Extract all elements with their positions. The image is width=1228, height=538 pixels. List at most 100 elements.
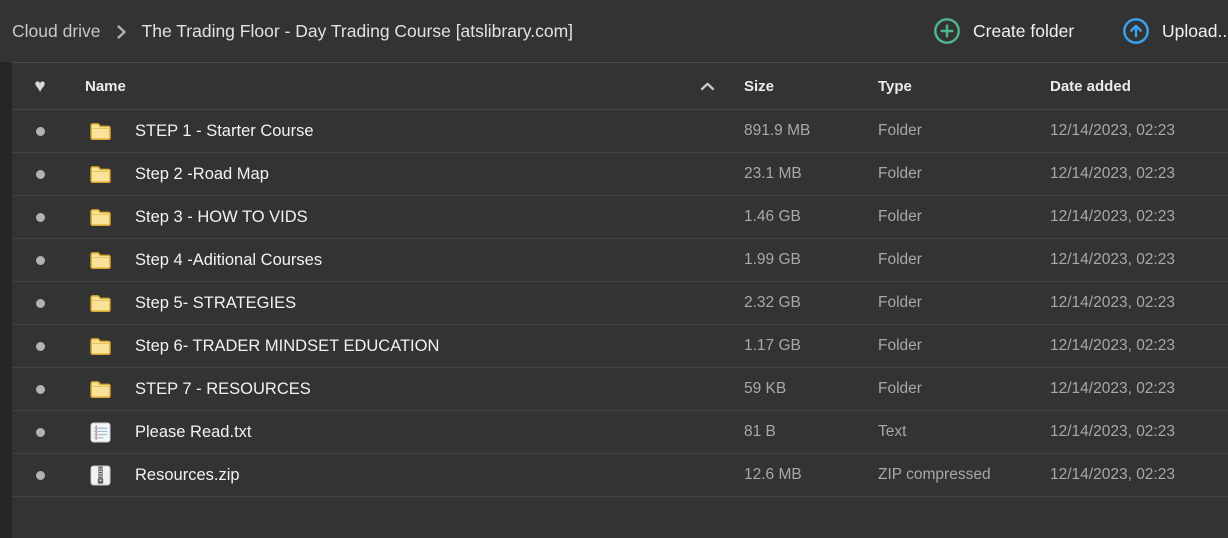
- name-column-header[interactable]: Name: [85, 63, 126, 109]
- file-icon-cell: [88, 110, 112, 152]
- size-column-header[interactable]: Size: [744, 63, 774, 109]
- favorite-cell: [31, 454, 49, 496]
- file-icon-cell: [88, 153, 112, 195]
- file-size: 59 KB: [744, 380, 787, 397]
- file-size: 1.46 GB: [744, 208, 801, 225]
- file-size: 1.17 GB: [744, 337, 801, 354]
- file-size: 1.99 GB: [744, 251, 801, 268]
- status-dot-icon: [35, 470, 45, 480]
- heart-icon: ♥: [34, 75, 46, 97]
- folder-icon: [89, 122, 112, 141]
- table-header: ♥ Name Size Type Date added: [12, 63, 1228, 110]
- file-list: STEP 1 - Starter Course 891.9 MB Folder …: [12, 110, 1228, 497]
- favorite-cell: [31, 411, 49, 453]
- breadcrumb: Cloud drive The Trading Floor - Day Trad…: [12, 0, 573, 62]
- file-icon-cell: [88, 454, 112, 496]
- file-date-added: 12/14/2023, 02:23: [1050, 208, 1175, 225]
- folder-icon: [89, 294, 112, 313]
- file-size: 2.32 GB: [744, 294, 801, 311]
- file-date-added: 12/14/2023, 02:23: [1050, 251, 1175, 268]
- favorite-cell: [31, 153, 49, 195]
- favorites-column-header[interactable]: ♥: [31, 63, 49, 109]
- file-size: 23.1 MB: [744, 165, 802, 182]
- favorite-cell: [31, 325, 49, 367]
- file-table: ♥ Name Size Type Date added STEP 1 - Sta…: [12, 62, 1228, 538]
- favorite-cell: [31, 239, 49, 281]
- file-name[interactable]: Step 5- STRATEGIES: [135, 282, 296, 324]
- arrow-up-circle-icon: [1122, 17, 1150, 45]
- file-icon-cell: [88, 411, 112, 453]
- table-row[interactable]: STEP 1 - Starter Course 891.9 MB Folder …: [12, 110, 1228, 153]
- table-row[interactable]: Step 2 -Road Map 23.1 MB Folder 12/14/20…: [12, 153, 1228, 196]
- file-type: Folder: [878, 122, 922, 139]
- file-name[interactable]: Step 6- TRADER MINDSET EDUCATION: [135, 325, 439, 367]
- table-row[interactable]: Resources.zip 12.6 MB ZIP compressed 12/…: [12, 454, 1228, 497]
- file-name[interactable]: Step 4 -Aditional Courses: [135, 239, 322, 281]
- file-icon-cell: [88, 325, 112, 367]
- file-type: Folder: [878, 251, 922, 268]
- folder-icon: [89, 380, 112, 399]
- breadcrumb-root[interactable]: Cloud drive: [12, 21, 101, 42]
- file-name[interactable]: Please Read.txt: [135, 411, 251, 453]
- table-row[interactable]: Step 3 - HOW TO VIDS 1.46 GB Folder 12/1…: [12, 196, 1228, 239]
- file-date-added: 12/14/2023, 02:23: [1050, 337, 1175, 354]
- file-size: 891.9 MB: [744, 122, 811, 139]
- file-name[interactable]: STEP 1 - Starter Course: [135, 110, 314, 152]
- plus-circle-icon: [933, 17, 961, 45]
- status-dot-icon: [35, 255, 45, 265]
- file-date-added: 12/14/2023, 02:23: [1050, 466, 1175, 483]
- favorite-cell: [31, 282, 49, 324]
- status-dot-icon: [35, 427, 45, 437]
- sort-ascending-icon[interactable]: [699, 63, 715, 109]
- text-file-icon: [90, 422, 111, 443]
- favorite-cell: [31, 110, 49, 152]
- folder-icon: [89, 337, 112, 356]
- file-type: ZIP compressed: [878, 466, 991, 483]
- favorite-cell: [31, 196, 49, 238]
- create-folder-button[interactable]: Create folder: [933, 0, 1074, 62]
- status-dot-icon: [35, 126, 45, 136]
- table-row[interactable]: Please Read.txt 81 B Text 12/14/2023, 02…: [12, 411, 1228, 454]
- folder-icon: [89, 251, 112, 270]
- table-row[interactable]: Step 5- STRATEGIES 2.32 GB Folder 12/14/…: [12, 282, 1228, 325]
- status-dot-icon: [35, 212, 45, 222]
- topbar: Cloud drive The Trading Floor - Day Trad…: [0, 0, 1228, 62]
- file-size: 81 B: [744, 423, 776, 440]
- file-type: Text: [878, 423, 907, 440]
- file-name[interactable]: Step 2 -Road Map: [135, 153, 269, 195]
- file-name[interactable]: STEP 7 - RESOURCES: [135, 368, 311, 410]
- file-date-added: 12/14/2023, 02:23: [1050, 122, 1175, 139]
- create-folder-label: Create folder: [973, 20, 1075, 41]
- file-date-added: 12/14/2023, 02:23: [1050, 423, 1175, 440]
- file-icon-cell: [88, 239, 112, 281]
- file-date-added: 12/14/2023, 02:23: [1050, 380, 1175, 397]
- upload-label: Upload...: [1162, 20, 1228, 41]
- favorite-cell: [31, 368, 49, 410]
- file-type: Folder: [878, 165, 922, 182]
- file-type: Folder: [878, 208, 922, 225]
- zip-file-icon: [90, 465, 111, 486]
- file-type: Folder: [878, 380, 922, 397]
- file-date-added: 12/14/2023, 02:23: [1050, 294, 1175, 311]
- file-name[interactable]: Step 3 - HOW TO VIDS: [135, 196, 308, 238]
- file-type: Folder: [878, 294, 922, 311]
- file-name[interactable]: Resources.zip: [135, 454, 240, 496]
- chevron-right-icon: [116, 24, 127, 40]
- folder-icon: [89, 208, 112, 227]
- file-type: Folder: [878, 337, 922, 354]
- date-added-column-header[interactable]: Date added: [1050, 63, 1131, 109]
- file-icon-cell: [88, 282, 112, 324]
- file-icon-cell: [88, 368, 112, 410]
- status-dot-icon: [35, 298, 45, 308]
- table-row[interactable]: STEP 7 - RESOURCES 59 KB Folder 12/14/20…: [12, 368, 1228, 411]
- status-dot-icon: [35, 169, 45, 179]
- breadcrumb-current: The Trading Floor - Day Trading Course […: [141, 20, 574, 41]
- file-date-added: 12/14/2023, 02:23: [1050, 165, 1175, 182]
- table-row[interactable]: Step 6- TRADER MINDSET EDUCATION 1.17 GB…: [12, 325, 1228, 368]
- type-column-header[interactable]: Type: [878, 63, 912, 109]
- table-row[interactable]: Step 4 -Aditional Courses 1.99 GB Folder…: [12, 239, 1228, 282]
- status-dot-icon: [35, 341, 45, 351]
- folder-icon: [89, 165, 112, 184]
- file-icon-cell: [88, 196, 112, 238]
- upload-button[interactable]: Upload...: [1122, 0, 1228, 62]
